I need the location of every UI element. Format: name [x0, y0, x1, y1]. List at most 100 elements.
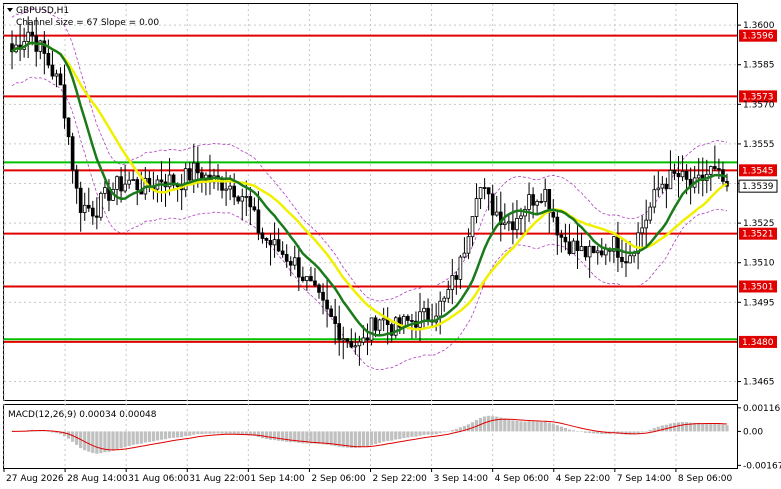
- macd-histogram-bar: [527, 421, 531, 432]
- macd-histogram-bar: [438, 431, 442, 434]
- candle-body: [361, 337, 366, 343]
- macd-histogram-bar: [519, 421, 523, 432]
- x-tick-label: 7 Sep 14:00: [617, 474, 672, 484]
- candle-body: [325, 299, 329, 310]
- candle-body: [446, 289, 451, 299]
- macd-histogram-bar: [394, 431, 398, 440]
- y-tick-label: 1.3525: [743, 219, 775, 229]
- candle-body: [50, 64, 55, 77]
- macd-histogram-bar: [491, 416, 495, 432]
- macd-histogram-bar: [260, 431, 265, 439]
- candle-body: [288, 260, 293, 266]
- candle-body: [519, 215, 523, 219]
- macd-histogram-bar: [592, 431, 596, 434]
- x-tick-label: 3 Sep 14:00: [434, 474, 489, 484]
- candle-body: [599, 250, 604, 256]
- candle-body: [648, 206, 653, 221]
- macd-histogram-bar: [583, 431, 588, 433]
- candle-body: [539, 201, 543, 203]
- macd-tick-label: -0.00167: [743, 461, 781, 471]
- candle-body: [713, 166, 717, 169]
- candle-body: [82, 204, 87, 213]
- x-tick-label: 28 Aug 14:00: [67, 474, 128, 484]
- macd-histogram-bar: [285, 431, 289, 442]
- candle-body: [543, 189, 548, 203]
- candle-body: [196, 162, 200, 174]
- candle-body: [466, 236, 471, 254]
- candle-body: [228, 185, 232, 190]
- macd-histogram-bar: [567, 429, 572, 432]
- current-price-text: 1.3539: [742, 182, 774, 192]
- level-price-text: 1.3545: [742, 166, 774, 176]
- macd-histogram-bar: [212, 431, 216, 434]
- candle-body: [256, 209, 261, 234]
- candle-body: [99, 192, 103, 218]
- candle-body: [555, 216, 560, 236]
- candle-body: [559, 234, 564, 238]
- y-tick-label: 1.3600: [743, 21, 775, 31]
- macd-histogram-bar: [216, 431, 220, 434]
- macd-histogram-bar: [547, 422, 551, 432]
- candle-body: [373, 317, 378, 331]
- macd-histogram-bar: [224, 431, 228, 434]
- x-tick-label: 1 Sep 14:00: [250, 474, 305, 484]
- macd-histogram-bar: [454, 428, 458, 432]
- candle-body: [640, 227, 644, 234]
- candle-body: [337, 323, 342, 341]
- macd-histogram-bar: [680, 422, 685, 432]
- candle-body: [353, 345, 358, 348]
- level-price-text: 1.3596: [742, 32, 774, 42]
- candle-body: [70, 136, 75, 171]
- macd-histogram-bar: [721, 424, 725, 432]
- macd-histogram-bar: [483, 416, 487, 432]
- macd-histogram-bar: [357, 431, 362, 448]
- candle-body: [438, 300, 443, 317]
- macd-histogram-bar: [660, 425, 664, 432]
- level-price-text: 1.3521: [742, 230, 774, 240]
- macd-histogram-bar: [317, 431, 321, 444]
- candle-body: [486, 187, 491, 195]
- macd-histogram-bar: [442, 431, 446, 433]
- candle-body: [345, 338, 350, 342]
- macd-histogram-bar: [507, 419, 511, 432]
- candle-body: [26, 31, 30, 42]
- level-price-text: 1.3480: [742, 338, 774, 348]
- macd-histogram-bar: [107, 431, 111, 452]
- macd-histogram-bar: [579, 431, 584, 432]
- macd-histogram-bar: [349, 431, 353, 448]
- macd-histogram-bar: [196, 431, 200, 435]
- price-chart[interactable]: 1.35961.35731.35451.35211.35011.3480 0.0…: [0, 0, 781, 489]
- candle-body: [474, 198, 479, 217]
- macd-histogram-bar: [676, 422, 681, 432]
- macd-histogram-bar: [171, 431, 176, 438]
- macd-histogram-bar: [563, 427, 568, 432]
- macd-histogram-bar: [127, 431, 131, 446]
- candle-body: [119, 176, 123, 192]
- candle-body: [551, 211, 556, 218]
- macd-histogram-bar: [684, 422, 689, 432]
- macd-histogram-bar: [377, 431, 382, 443]
- candle-body: [652, 189, 657, 208]
- price-axis: 1.36001.35851.35701.35551.35401.35251.35…: [737, 21, 778, 388]
- candle-body: [46, 53, 51, 66]
- candle-body: [341, 338, 346, 341]
- macd-histogram-bar: [365, 431, 370, 447]
- macd-label: MACD(12,26,9) 0.00034 0.00048: [8, 410, 157, 420]
- macd-histogram-bar: [640, 431, 644, 433]
- time-axis: 27 Aug 2026 28 Aug 14:00 31 Aug 06:00 31 Au…: [3, 468, 733, 484]
- chart-symbol-label: GBPUSD,H1: [16, 6, 69, 16]
- candle-body: [478, 187, 483, 199]
- candle-body: [236, 196, 241, 202]
- candle-body: [58, 73, 63, 86]
- candle-body: [515, 218, 519, 231]
- y-tick-label: 1.3510: [743, 259, 775, 269]
- candle-body: [115, 176, 119, 190]
- candle-body: [191, 162, 196, 181]
- macd-histogram-bar: [446, 431, 450, 432]
- macd-histogram-bar: [713, 423, 717, 432]
- macd-histogram-bar: [46, 431, 50, 432]
- macd-histogram-bar: [361, 431, 366, 448]
- macd-histogram-bar: [184, 431, 188, 437]
- candle-body: [680, 170, 685, 178]
- macd-histogram-bar: [176, 431, 180, 438]
